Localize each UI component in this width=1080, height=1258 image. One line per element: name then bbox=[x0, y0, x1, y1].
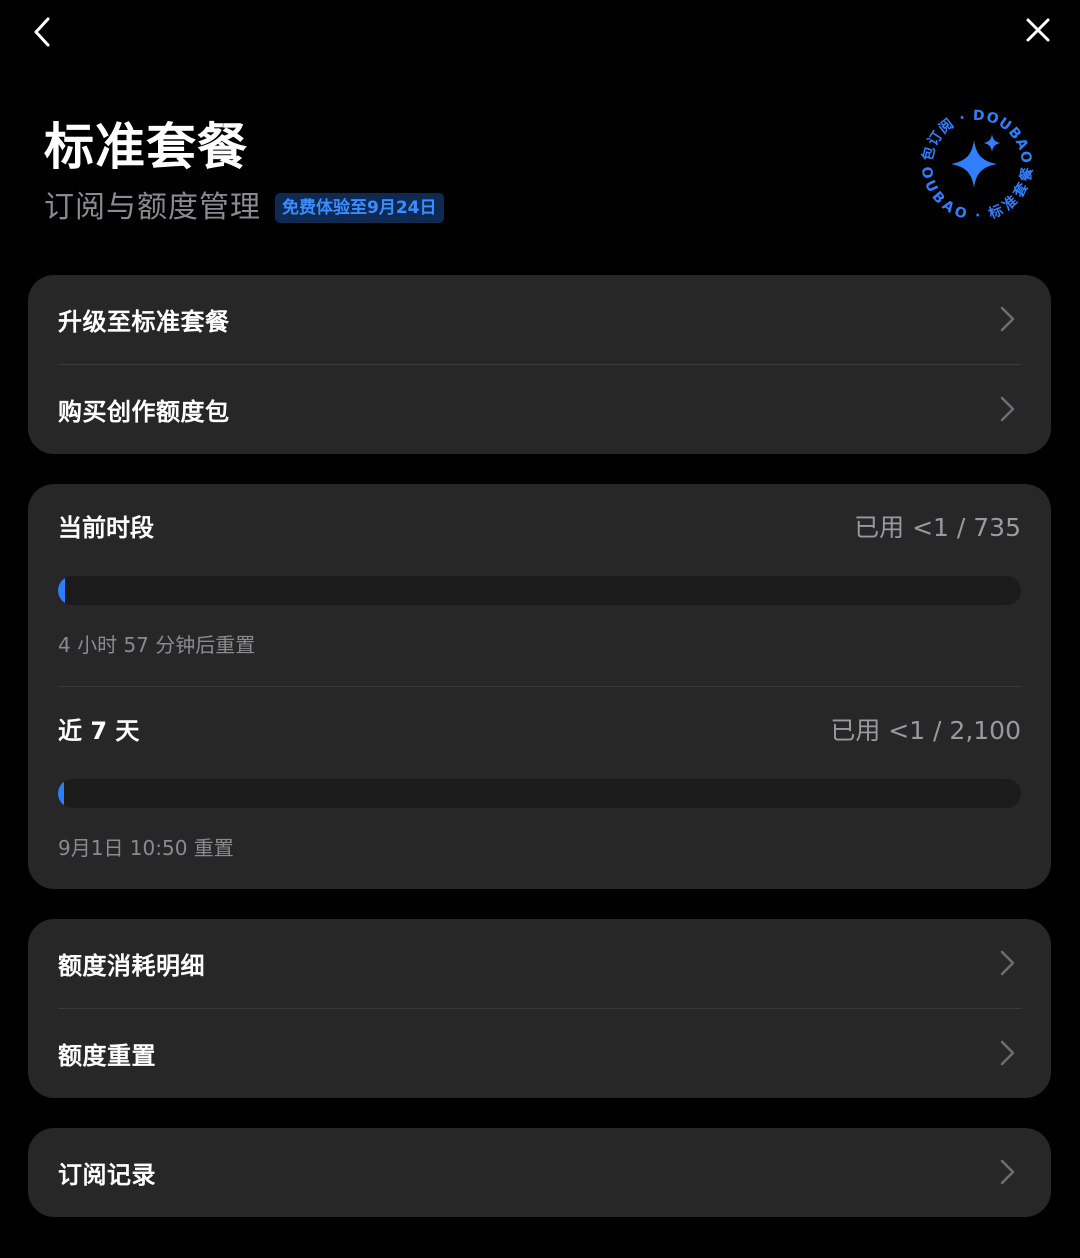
page-title: 标准套餐 bbox=[44, 118, 248, 176]
usage-card: 当前时段 已用 <1 / 735 4 小时 57 分钟后重置 近 7 天 已用 … bbox=[28, 484, 1051, 889]
page-subtitle: 订阅与额度管理 bbox=[44, 190, 261, 225]
chevron-right-icon bbox=[1000, 1159, 1015, 1185]
chevron-right-icon bbox=[1000, 1040, 1015, 1066]
page-header: 标准套餐 订阅与额度管理 免费体验至9月24日 bbox=[44, 112, 904, 228]
usage-progress-fill bbox=[58, 576, 65, 605]
doubao-seal-logo: 豆包订阅 · DOUBAO · DOUBAO · 标准套餐 · bbox=[905, 88, 1042, 230]
subtitle-row: 订阅与额度管理 免费体验至9月24日 bbox=[44, 188, 904, 228]
credit-details-card: 额度消耗明细 额度重置 bbox=[28, 919, 1051, 1098]
chevron-left-icon bbox=[34, 17, 50, 47]
usage-progress-bar bbox=[58, 576, 1021, 605]
usage-title: 近 7 天 bbox=[58, 717, 140, 745]
close-button[interactable] bbox=[1018, 10, 1058, 50]
chevron-right-icon bbox=[1000, 396, 1015, 422]
sparkle-icon bbox=[951, 134, 1001, 188]
subscription-history-row[interactable]: 订阅记录 bbox=[58, 1128, 1021, 1217]
chevron-right-icon bbox=[1000, 306, 1015, 332]
credit-usage-details-label: 额度消耗明细 bbox=[58, 952, 205, 980]
usage-last-7-days: 近 7 天 已用 <1 / 2,100 9月1日 10:50 重置 bbox=[58, 686, 1021, 889]
credit-reset-label: 额度重置 bbox=[58, 1042, 156, 1070]
upgrade-plan-label: 升级至标准套餐 bbox=[58, 308, 230, 336]
chevron-right-icon bbox=[1000, 950, 1015, 976]
usage-value: 已用 <1 / 735 bbox=[854, 513, 1021, 542]
usage-progress-fill bbox=[58, 779, 64, 808]
credit-reset-row[interactable]: 额度重置 bbox=[58, 1008, 1021, 1098]
back-button[interactable] bbox=[24, 12, 64, 52]
buy-credit-pack-row[interactable]: 购买创作额度包 bbox=[58, 364, 1021, 454]
usage-title: 当前时段 bbox=[58, 514, 154, 542]
usage-value: 已用 <1 / 2,100 bbox=[830, 716, 1021, 745]
subscription-history-label: 订阅记录 bbox=[58, 1161, 156, 1189]
close-icon bbox=[1026, 18, 1050, 42]
buy-credit-pack-label: 购买创作额度包 bbox=[58, 398, 230, 426]
usage-current-period: 当前时段 已用 <1 / 735 4 小时 57 分钟后重置 bbox=[58, 484, 1021, 686]
usage-reset-note: 4 小时 57 分钟后重置 bbox=[58, 633, 256, 657]
subscription-history-card: 订阅记录 bbox=[28, 1128, 1051, 1217]
upgrade-plan-row[interactable]: 升级至标准套餐 bbox=[58, 275, 1021, 364]
trial-badge: 免费体验至9月24日 bbox=[275, 193, 444, 223]
plan-actions-card: 升级至标准套餐 购买创作额度包 bbox=[28, 275, 1051, 454]
usage-progress-bar bbox=[58, 779, 1021, 808]
usage-reset-note: 9月1日 10:50 重置 bbox=[58, 836, 234, 860]
credit-usage-details-row[interactable]: 额度消耗明细 bbox=[58, 919, 1021, 1008]
top-bar bbox=[0, 0, 1080, 70]
